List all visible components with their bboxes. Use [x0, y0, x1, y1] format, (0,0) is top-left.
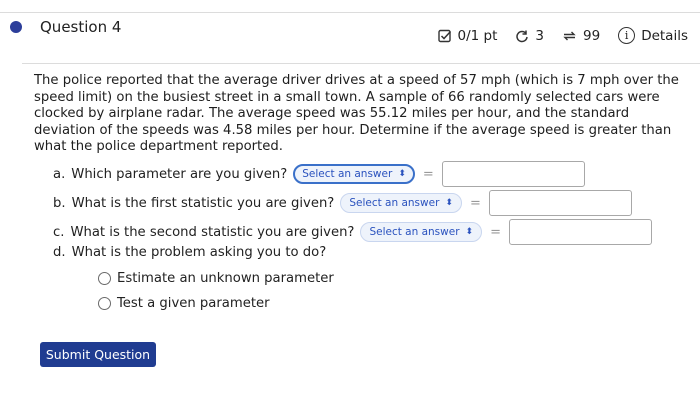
info-icon[interactable]: i — [618, 27, 636, 44]
part-a: a. Which parameter are you given? Select… — [53, 161, 585, 187]
select-arrows-icon: ⬍ — [398, 169, 406, 179]
part-b-answer-input[interactable] — [488, 190, 632, 216]
part-c-select[interactable]: Select an answer ⬍ — [360, 222, 483, 242]
question-status-dot — [10, 21, 22, 33]
part-b-select[interactable]: Select an answer ⬍ — [340, 193, 462, 213]
details-link[interactable]: Details — [641, 28, 688, 44]
option-estimate[interactable]: Estimate an unknown parameter — [98, 271, 334, 286]
option-label: Estimate an unknown parameter — [117, 271, 334, 286]
header-divider — [22, 63, 700, 64]
part-a-question: Which parameter are you given? — [71, 166, 288, 182]
part-b-label: b. — [53, 195, 66, 211]
part-a-select[interactable]: Select an answer ⬍ — [293, 164, 415, 184]
select-arrows-icon: ⬍ — [465, 227, 474, 237]
part-b-question: What is the first statistic you are give… — [71, 195, 335, 211]
select-arrows-icon: ⬍ — [445, 198, 453, 208]
equals-sign: = — [422, 166, 434, 182]
equals-sign: = — [490, 224, 501, 240]
part-c-question: What is the second statistic you are giv… — [70, 224, 355, 240]
question-title: Question 4 — [40, 18, 122, 36]
part-c-select-text: Select an answer — [369, 226, 460, 238]
part-c-answer-input[interactable] — [508, 219, 652, 245]
part-a-label: a. — [53, 166, 66, 182]
retries-count: 3 — [535, 27, 544, 44]
question-meta: 0/1 pt 3 99 i Details — [437, 27, 688, 44]
radio-button[interactable] — [98, 272, 111, 285]
problem-statement: The police reported that the average dri… — [34, 73, 679, 155]
option-test[interactable]: Test a given parameter — [98, 296, 270, 311]
radio-button[interactable] — [98, 297, 111, 310]
redo-icon — [515, 29, 529, 43]
part-a-select-text: Select an answer — [302, 168, 393, 180]
equals-sign: = — [469, 195, 481, 211]
part-d-label: d. — [53, 245, 66, 260]
top-divider — [0, 12, 700, 13]
part-a-answer-input[interactable] — [441, 161, 585, 187]
submit-question-button[interactable]: Submit Question — [40, 342, 156, 367]
part-d-question: What is the problem asking you to do? — [71, 245, 327, 260]
checkbox-icon — [437, 29, 452, 43]
part-b: b. What is the first statistic you are g… — [53, 190, 632, 216]
part-c: c. What is the second statistic you are … — [53, 219, 652, 245]
cycle-icon — [562, 29, 577, 43]
part-d: d. What is the problem asking you to do? — [53, 245, 332, 260]
part-c-label: c. — [53, 224, 65, 240]
option-label: Test a given parameter — [117, 296, 270, 311]
score-text: 0/1 pt — [457, 27, 498, 44]
attempts-count: 99 — [583, 27, 601, 44]
part-b-select-text: Select an answer — [349, 197, 440, 209]
